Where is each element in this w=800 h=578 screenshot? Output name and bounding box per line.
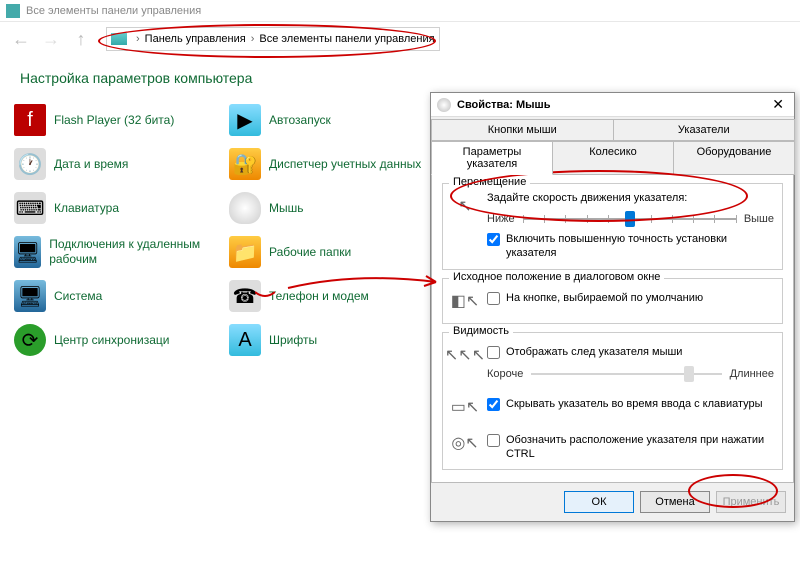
window-icon bbox=[6, 4, 20, 18]
cursor-icon: ↖ bbox=[451, 192, 479, 220]
close-button[interactable]: ✕ bbox=[768, 96, 788, 113]
breadcrumb[interactable]: › Панель управления › Все элементы панел… bbox=[106, 27, 440, 51]
speed-slider[interactable] bbox=[523, 210, 736, 228]
trails-icon: ↖↖↖ bbox=[451, 341, 479, 369]
group-snap: Исходное положение в диалоговом окне ◧↖ … bbox=[442, 278, 783, 324]
chevron-right-icon[interactable]: › bbox=[251, 33, 255, 45]
back-button[interactable]: ← bbox=[9, 27, 33, 51]
group-visibility-title: Видимость bbox=[449, 325, 513, 337]
group-motion-title: Перемещение bbox=[449, 176, 530, 188]
item-icon: 🖥 bbox=[14, 280, 46, 312]
item-icon: A bbox=[229, 324, 261, 356]
group-visibility: Видимость ↖↖↖ Отображать след указателя … bbox=[442, 332, 783, 471]
slider-fast-label: Выше bbox=[744, 213, 774, 225]
control-panel-item[interactable]: ☎ Телефон и модем bbox=[225, 274, 440, 318]
mouse-properties-dialog: Свойства: Мышь ✕ Кнопки мыши Указатели П… bbox=[430, 92, 795, 522]
item-icon: 🖥 bbox=[14, 236, 41, 268]
trails-label[interactable]: Отображать след указателя мыши bbox=[506, 345, 682, 359]
ctrl-label[interactable]: Обозначить расположение указателя при на… bbox=[506, 433, 774, 462]
item-label: Диспетчер учетных данных bbox=[269, 157, 421, 172]
breadcrumb-item-2[interactable]: Все элементы панели управления bbox=[259, 33, 434, 45]
tab-body: Перемещение ↖ Задайте скорость движения … bbox=[431, 174, 794, 483]
apply-button[interactable]: Применить bbox=[716, 491, 786, 513]
item-icon: 🕐 bbox=[14, 148, 46, 180]
mouse-icon bbox=[437, 98, 451, 112]
control-panel-item[interactable]: 🖥 Подключения к удаленным рабочим bbox=[10, 230, 225, 274]
item-label: Центр синхронизаци bbox=[54, 333, 169, 348]
control-panel-item[interactable]: ⟳ Центр синхронизаци bbox=[10, 318, 225, 362]
ctrl-icon: ◎↖ bbox=[451, 429, 479, 457]
tab-pointer-options[interactable]: Параметры указателя bbox=[431, 141, 553, 175]
breadcrumb-item-1[interactable]: Панель управления bbox=[145, 33, 246, 45]
item-label: Flash Player (32 бита) bbox=[54, 113, 174, 128]
item-icon: ⌨ bbox=[14, 192, 46, 224]
hide-label[interactable]: Скрывать указатель во время ввода с клав… bbox=[506, 397, 763, 411]
item-label: Шрифты bbox=[269, 333, 317, 348]
item-icon: 🔐 bbox=[229, 148, 261, 180]
group-motion: Перемещение ↖ Задайте скорость движения … bbox=[442, 183, 783, 270]
item-label: Телефон и модем bbox=[269, 289, 369, 304]
dialog-titlebar[interactable]: Свойства: Мышь ✕ bbox=[431, 93, 794, 117]
control-panel-item[interactable]: 🕐 Дата и время bbox=[10, 142, 225, 186]
snap-checkbox[interactable] bbox=[487, 292, 500, 305]
snap-label[interactable]: На кнопке, выбираемой по умолчанию bbox=[506, 291, 703, 305]
item-icon: ☎ bbox=[229, 280, 261, 312]
trails-checkbox[interactable] bbox=[487, 346, 500, 359]
item-label: Рабочие папки bbox=[269, 245, 351, 260]
item-icon: ⟳ bbox=[14, 324, 46, 356]
control-panel-item[interactable]: Мышь bbox=[225, 186, 440, 230]
control-panel-item[interactable]: ▶ Автозапуск bbox=[225, 98, 440, 142]
ok-button[interactable]: ОК bbox=[564, 491, 634, 513]
speed-label: Задайте скорость движения указателя: bbox=[487, 192, 774, 204]
slider-slow-label: Ниже bbox=[487, 213, 515, 225]
hide-checkbox[interactable] bbox=[487, 398, 500, 411]
control-panel-item[interactable]: A Шрифты bbox=[225, 318, 440, 362]
cancel-button[interactable]: Отмена bbox=[640, 491, 710, 513]
item-icon: ▶ bbox=[229, 104, 261, 136]
item-icon: 📁 bbox=[229, 236, 261, 268]
trails-long-label: Длиннее bbox=[730, 368, 774, 380]
up-button[interactable]: ↑ bbox=[69, 27, 93, 51]
item-icon: f bbox=[14, 104, 46, 136]
item-label: Система bbox=[54, 289, 102, 304]
dialog-button-row: ОК Отмена Применить bbox=[431, 483, 794, 521]
tab-hardware[interactable]: Оборудование bbox=[673, 141, 795, 175]
breadcrumb-icon bbox=[111, 33, 127, 45]
chevron-right-icon[interactable]: › bbox=[136, 33, 140, 45]
control-panel-item[interactable]: 🖥 Система bbox=[10, 274, 225, 318]
item-label: Дата и время bbox=[54, 157, 128, 172]
item-label: Автозапуск bbox=[269, 113, 331, 128]
tab-pointers[interactable]: Указатели bbox=[613, 119, 796, 141]
window-titlebar: Все элементы панели управления bbox=[0, 0, 800, 22]
item-label: Мышь bbox=[269, 201, 304, 216]
control-panel-item[interactable]: 🔐 Диспетчер учетных данных bbox=[225, 142, 440, 186]
snap-icon: ◧↖ bbox=[451, 287, 479, 315]
trails-short-label: Короче bbox=[487, 368, 523, 380]
precision-checkbox[interactable] bbox=[487, 233, 500, 246]
item-label: Клавиатура bbox=[54, 201, 119, 216]
tab-wheel[interactable]: Колесико bbox=[552, 141, 674, 175]
control-panel-item[interactable]: f Flash Player (32 бита) bbox=[10, 98, 225, 142]
item-label: Подключения к удаленным рабочим bbox=[49, 237, 221, 267]
tab-buttons[interactable]: Кнопки мыши bbox=[431, 119, 614, 141]
dialog-title: Свойства: Мышь bbox=[457, 99, 551, 111]
nav-row: ← → ↑ › Панель управления › Все элементы… bbox=[0, 22, 800, 56]
ctrl-checkbox[interactable] bbox=[487, 434, 500, 447]
item-icon bbox=[229, 192, 261, 224]
hide-icon: ▭↖ bbox=[451, 393, 479, 421]
control-panel-item[interactable]: 📁 Рабочие папки bbox=[225, 230, 440, 274]
window-title: Все элементы панели управления bbox=[26, 5, 201, 17]
trails-slider bbox=[531, 365, 721, 383]
group-snap-title: Исходное положение в диалоговом окне bbox=[449, 271, 664, 283]
forward-button[interactable]: → bbox=[39, 27, 63, 51]
control-panel-item[interactable]: ⌨ Клавиатура bbox=[10, 186, 225, 230]
precision-label[interactable]: Включить повышенную точность установки у… bbox=[506, 232, 774, 261]
tab-strip: Кнопки мыши Указатели Параметры указател… bbox=[431, 117, 794, 175]
